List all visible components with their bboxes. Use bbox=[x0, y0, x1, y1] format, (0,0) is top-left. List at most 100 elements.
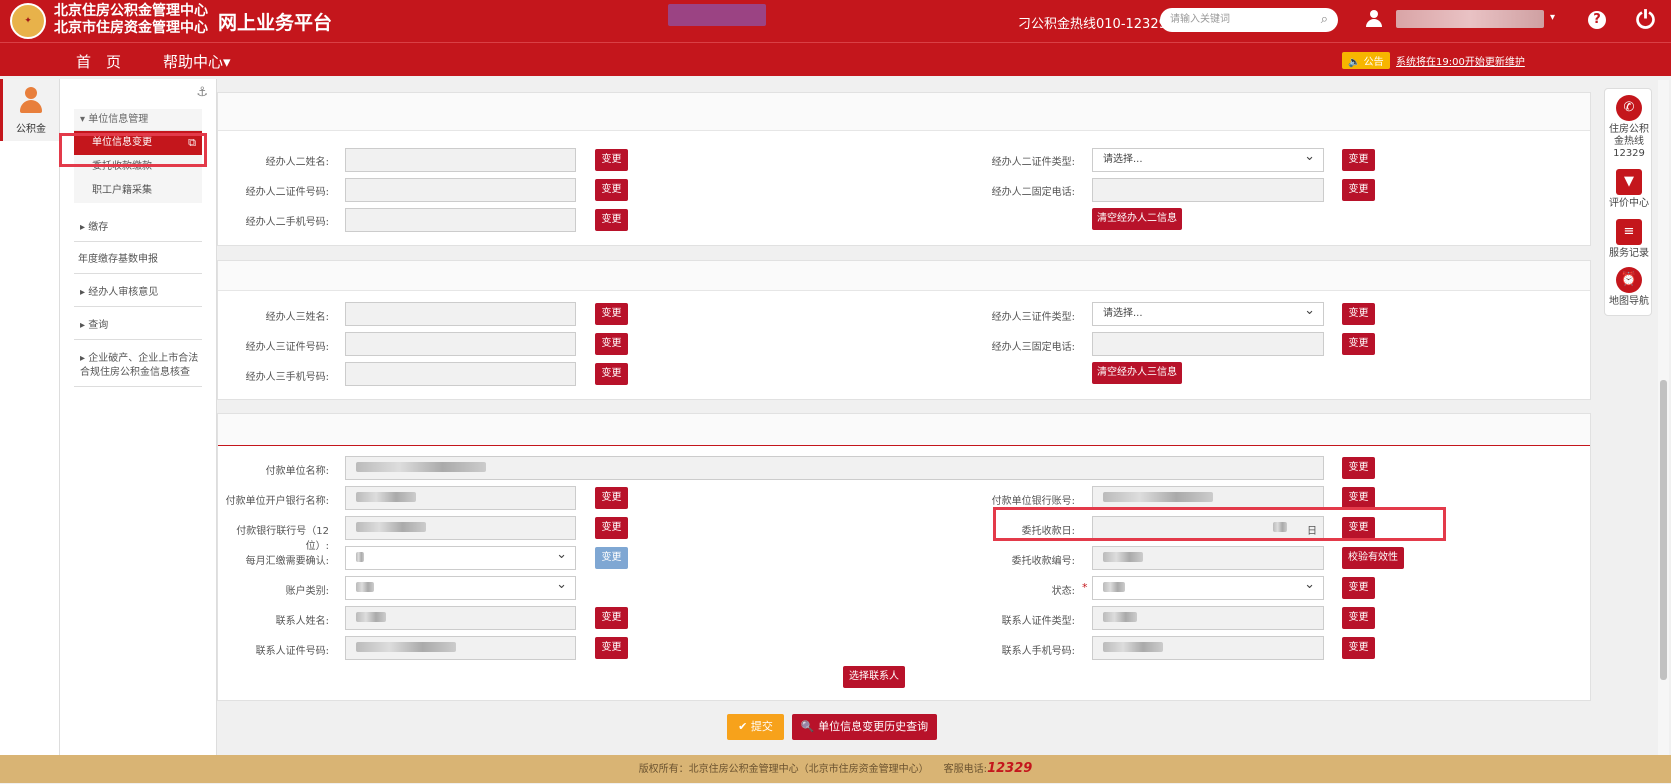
menu-section-label: 经办人审核意见 bbox=[88, 287, 159, 298]
contact-id-type-label: 联系人证件类型: bbox=[1001, 616, 1075, 627]
scrollbar-thumb[interactable] bbox=[1660, 380, 1667, 680]
page-scrollbar[interactable] bbox=[1658, 80, 1669, 755]
monthly-confirm-change-button[interactable]: 变更 bbox=[595, 547, 628, 569]
main-nav: 首 页 帮助中心▾ 🔈 公告 系统将在19:00开始更新维护 bbox=[0, 42, 1671, 76]
menu-section-deposit[interactable]: ▸ 缴存 bbox=[74, 215, 202, 242]
help-icon[interactable]: ? bbox=[1588, 11, 1606, 29]
agent2-phone-change-button[interactable]: 变更 bbox=[1342, 179, 1375, 201]
agent3-name-field[interactable] bbox=[345, 302, 576, 326]
contact-id-change-button[interactable]: 变更 bbox=[595, 637, 628, 659]
rail-evaluation[interactable]: ▼ 评价中心 bbox=[1605, 169, 1653, 210]
agent3-id-no-field[interactable] bbox=[345, 332, 576, 356]
chevron-down-icon[interactable]: ▾ bbox=[1550, 12, 1555, 23]
rail-map-label: 地图导航 bbox=[1609, 296, 1649, 307]
rail-hotline[interactable]: ✆ 住房公积金热线12329 bbox=[1605, 95, 1653, 160]
agent2-name-field[interactable] bbox=[345, 148, 576, 172]
select-contact-button[interactable]: 选择联系人 bbox=[843, 666, 905, 688]
agent2-id-no-field[interactable] bbox=[345, 178, 576, 202]
agent3-mobile-change-button[interactable]: 变更 bbox=[595, 363, 628, 385]
monthly-confirm-select[interactable] bbox=[345, 544, 576, 570]
agent3-phone-change-button[interactable]: 变更 bbox=[1342, 333, 1375, 355]
verify-validity-button[interactable]: 校验有效性 bbox=[1342, 547, 1404, 569]
agent3-mobile-field[interactable] bbox=[345, 362, 576, 386]
payer-name-field[interactable] bbox=[345, 456, 1324, 480]
agent3-name-change-button[interactable]: 变更 bbox=[595, 303, 628, 325]
status-label: 状态: bbox=[1051, 586, 1075, 597]
rail-map[interactable]: ⏰ 地图导航 bbox=[1605, 267, 1653, 308]
nav-help-center[interactable]: 帮助中心▾ bbox=[163, 51, 231, 72]
contact-id-field[interactable] bbox=[345, 636, 576, 660]
account-no-change-button[interactable]: 变更 bbox=[1342, 487, 1375, 509]
menu-section-enterprise-check[interactable]: ▸ 企业破产、企业上市合法合规住房公积金信息核查 bbox=[74, 346, 202, 387]
redacted-link[interactable] bbox=[668, 4, 766, 26]
panel-header bbox=[218, 414, 1590, 446]
agent2-mobile-change-button[interactable]: 变更 bbox=[595, 209, 628, 231]
agent3-id-type-change-button[interactable]: 变更 bbox=[1342, 303, 1375, 325]
clear-agent2-button[interactable]: 清空经办人二信息 bbox=[1092, 208, 1182, 230]
search-input[interactable]: 请输入关键词 ⌕ bbox=[1160, 8, 1338, 32]
contact-mobile-change-button[interactable]: 变更 bbox=[1342, 637, 1375, 659]
agent2-id-type-change-button[interactable]: 变更 bbox=[1342, 149, 1375, 171]
payer-name-change-button[interactable]: 变更 bbox=[1342, 457, 1375, 479]
contact-mobile-field[interactable] bbox=[1092, 636, 1324, 660]
menu-section-base-declaration[interactable]: 年度缴存基数申报 bbox=[74, 247, 202, 274]
rail-hotline-label: 住房公积金热线12329 bbox=[1609, 124, 1649, 159]
collect-no-field[interactable] bbox=[1092, 546, 1324, 570]
org-name-1: 北京住房公积金管理中心 bbox=[54, 3, 208, 19]
panel-header bbox=[218, 261, 1590, 291]
bank-name-change-button[interactable]: 变更 bbox=[595, 487, 628, 509]
nav-home[interactable]: 首 页 bbox=[76, 51, 121, 72]
contact-name-change-button[interactable]: 变更 bbox=[595, 607, 628, 629]
org-name-2: 北京市住房资金管理中心 bbox=[54, 20, 208, 36]
anchor-icon[interactable]: ⚓ bbox=[196, 85, 208, 100]
menu-item-household-collection[interactable]: 职工户籍采集 bbox=[74, 179, 202, 203]
menu-group-header[interactable]: ▾ 单位信息管理 bbox=[74, 109, 202, 131]
power-icon[interactable]: ⏻ bbox=[1636, 6, 1655, 34]
username-redacted[interactable] bbox=[1396, 10, 1544, 28]
contact-name-field[interactable] bbox=[345, 606, 576, 630]
agent3-name-label: 经办人三姓名: bbox=[265, 312, 329, 323]
agent3-phone-field[interactable] bbox=[1092, 332, 1324, 356]
agent2-name-change-button[interactable]: 变更 bbox=[595, 149, 628, 171]
right-rail: ✆ 住房公积金热线12329 ▼ 评价中心 ≡ 服务记录 ⏰ 地图导航 bbox=[1604, 88, 1652, 316]
alarm-clock-icon: ⏰ bbox=[1616, 267, 1642, 293]
account-type-select[interactable] bbox=[345, 574, 576, 600]
rail-service-record[interactable]: ≡ 服务记录 bbox=[1605, 219, 1653, 260]
agent2-mobile-field[interactable] bbox=[345, 208, 576, 232]
history-query-button[interactable]: 🔍 单位信息变更历史查询 bbox=[792, 714, 937, 740]
contact-id-type-change-button[interactable]: 变更 bbox=[1342, 607, 1375, 629]
submit-button[interactable]: ✔ 提交 bbox=[727, 714, 784, 740]
required-mark: * bbox=[1082, 581, 1088, 594]
agent3-id-no-change-button[interactable]: 变更 bbox=[595, 333, 628, 355]
notice-link[interactable]: 系统将在19:00开始更新维护 bbox=[1396, 53, 1525, 68]
menu-section-query[interactable]: ▸ 查询 bbox=[74, 313, 202, 340]
highlight-box-menu bbox=[59, 133, 207, 167]
record-icon: ≡ bbox=[1616, 219, 1642, 245]
user-icon[interactable] bbox=[1366, 10, 1382, 28]
collect-no-label: 委托收款编号: bbox=[1011, 556, 1075, 567]
agent2-id-type-label: 经办人二证件类型: bbox=[991, 157, 1075, 168]
contact-id-type-field[interactable] bbox=[1092, 606, 1324, 630]
rail-item-housing-fund[interactable]: 公积金 bbox=[0, 79, 59, 141]
menu-section-agent-review[interactable]: ▸ 经办人审核意见 bbox=[74, 280, 202, 307]
top-header: ✦ 北京住房公积金管理中心 北京市住房资金管理中心 网上业务平台 刁公积金热线0… bbox=[0, 0, 1671, 42]
contact-id-label: 联系人证件号码: bbox=[255, 646, 329, 657]
panel-header bbox=[218, 93, 1590, 131]
bank-no-field[interactable] bbox=[345, 516, 576, 540]
contact-mobile-label: 联系人手机号码: bbox=[1001, 646, 1075, 657]
service-phone: 12329 bbox=[987, 761, 1033, 776]
agent2-id-type-select[interactable]: 请选择... bbox=[1092, 146, 1324, 172]
agent3-mobile-label: 经办人三手机号码: bbox=[245, 372, 329, 383]
status-select[interactable] bbox=[1092, 574, 1324, 600]
agent2-id-no-change-button[interactable]: 变更 bbox=[595, 179, 628, 201]
agent3-id-type-select[interactable]: 请选择... bbox=[1092, 300, 1324, 326]
agent3-id-no-label: 经办人三证件号码: bbox=[245, 342, 329, 353]
clear-agent3-button[interactable]: 清空经办人三信息 bbox=[1092, 362, 1182, 384]
person-edit-icon bbox=[18, 87, 44, 115]
bank-name-field[interactable] bbox=[345, 486, 576, 510]
search-icon[interactable]: ⌕ bbox=[1321, 8, 1328, 32]
agent2-phone-field[interactable] bbox=[1092, 178, 1324, 202]
bank-no-change-button[interactable]: 变更 bbox=[595, 517, 628, 539]
status-change-button[interactable]: 变更 bbox=[1342, 577, 1375, 599]
menu-section-label: 企业破产、企业上市合法合规住房公积金信息核查 bbox=[80, 353, 199, 378]
